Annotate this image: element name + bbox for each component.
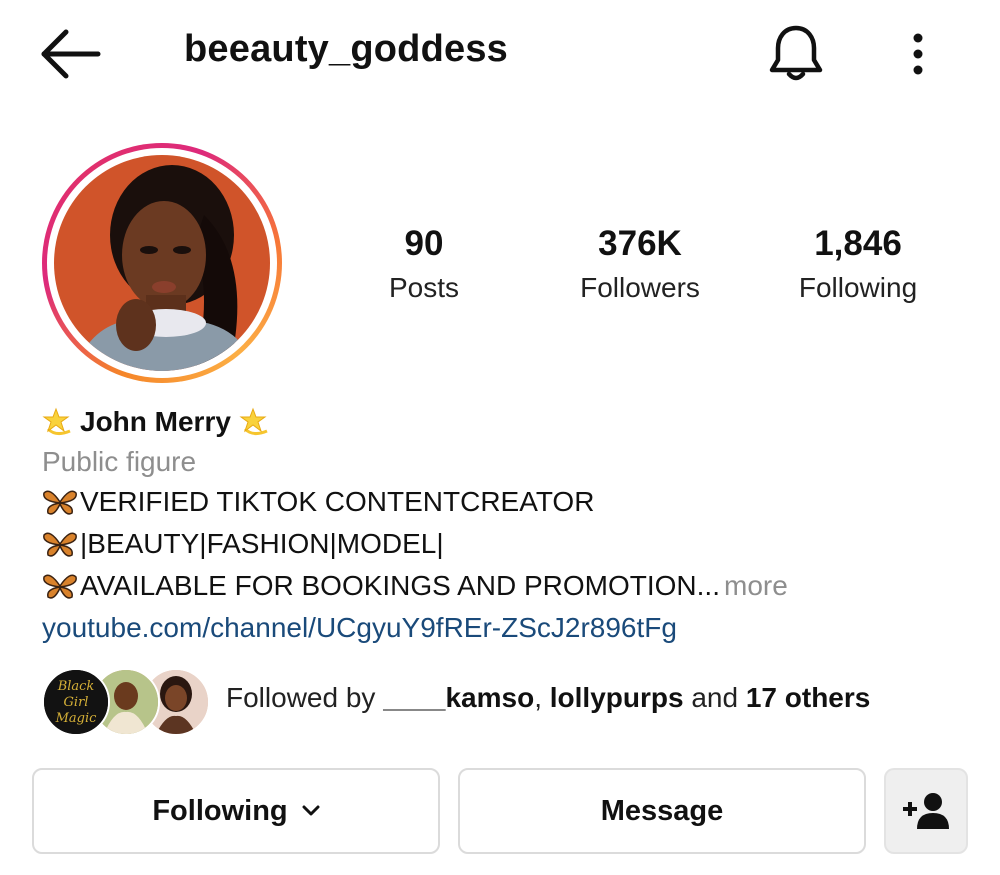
following-label: Following xyxy=(798,272,918,303)
bio-line: VERIFIED TIKTOK CONTENTCREATOR xyxy=(42,482,594,522)
bio-line-text: AVAILABLE FOR BOOKINGS AND PROMOTION xyxy=(80,570,697,601)
bio-line: |BEAUTY|FASHION|MODEL| xyxy=(42,524,444,564)
bio-line: AVAILABLE FOR BOOKINGS AND PROMOTION ...… xyxy=(42,566,788,606)
followers-value: 376K xyxy=(598,224,682,263)
add-user-button[interactable] xyxy=(884,768,968,854)
back-button[interactable] xyxy=(40,28,104,80)
bell-icon xyxy=(769,25,823,81)
chevron-down-icon xyxy=(302,805,320,816)
followers-count[interactable]: 376K Followers xyxy=(540,222,740,310)
arrow-left-icon xyxy=(41,29,101,79)
profile-website-link[interactable]: youtube.com/channel/UCgyuY9fREr-ZScJ2r89… xyxy=(42,608,677,648)
dizzy-star-emoji-icon xyxy=(239,407,268,436)
profile-avatar xyxy=(54,155,270,371)
butterfly-emoji-icon xyxy=(43,532,77,557)
mutual-followers-others: 17 others xyxy=(745,682,871,713)
following-value: 1,846 xyxy=(814,224,902,263)
mutual-follower-1: ____kamso xyxy=(383,682,535,713)
notifications-button[interactable] xyxy=(764,22,828,86)
message-button[interactable]: Message xyxy=(458,768,866,854)
black-girl-magic-text: Black xyxy=(57,679,95,694)
mutual-follower-avatar: Black Girl Magic xyxy=(42,668,110,736)
profile-username: beeauty_goddess xyxy=(184,28,508,70)
more-vertical-icon xyxy=(913,33,923,75)
message-button-label: Message xyxy=(600,794,724,827)
posts-count[interactable]: 90 Posts xyxy=(324,222,524,310)
following-count[interactable]: 1,846 Following xyxy=(758,222,958,310)
followers-label: Followers xyxy=(580,272,700,303)
more-options-button[interactable] xyxy=(898,30,938,78)
mutual-followers-avatars[interactable]: Black Girl Magic xyxy=(42,668,210,736)
svg-text:Girl: Girl xyxy=(64,695,89,710)
mutual-follower-2: lollypurps xyxy=(549,682,684,713)
dizzy-star-emoji-icon xyxy=(42,407,71,436)
display-name: John Merry xyxy=(42,402,277,442)
following-button-label: Following xyxy=(152,794,288,827)
bio-ellipsis: ... xyxy=(696,570,720,601)
profile-category: Public figure xyxy=(42,446,197,477)
posts-value: 90 xyxy=(404,224,444,263)
add-user-icon xyxy=(903,793,949,829)
bio-line-text: |BEAUTY|FASHION|MODEL| xyxy=(80,528,444,559)
following-button[interactable]: Following xyxy=(32,768,440,854)
profile-header: beeauty_goddess xyxy=(0,0,1000,110)
svg-text:Magic: Magic xyxy=(55,711,98,726)
posts-label: Posts xyxy=(388,272,460,303)
bio-more-link[interactable]: more xyxy=(724,566,788,606)
followed-by-text[interactable]: Followed by ____kamso, lollypurps and 17… xyxy=(226,682,870,714)
story-ring[interactable] xyxy=(42,143,282,383)
display-name-text: John Merry xyxy=(80,406,231,437)
butterfly-emoji-icon xyxy=(43,490,77,515)
butterfly-emoji-icon xyxy=(43,574,77,599)
followed-by-prefix: Followed by xyxy=(226,682,376,713)
bio-line-text: VERIFIED TIKTOK CONTENTCREATOR xyxy=(80,486,595,517)
